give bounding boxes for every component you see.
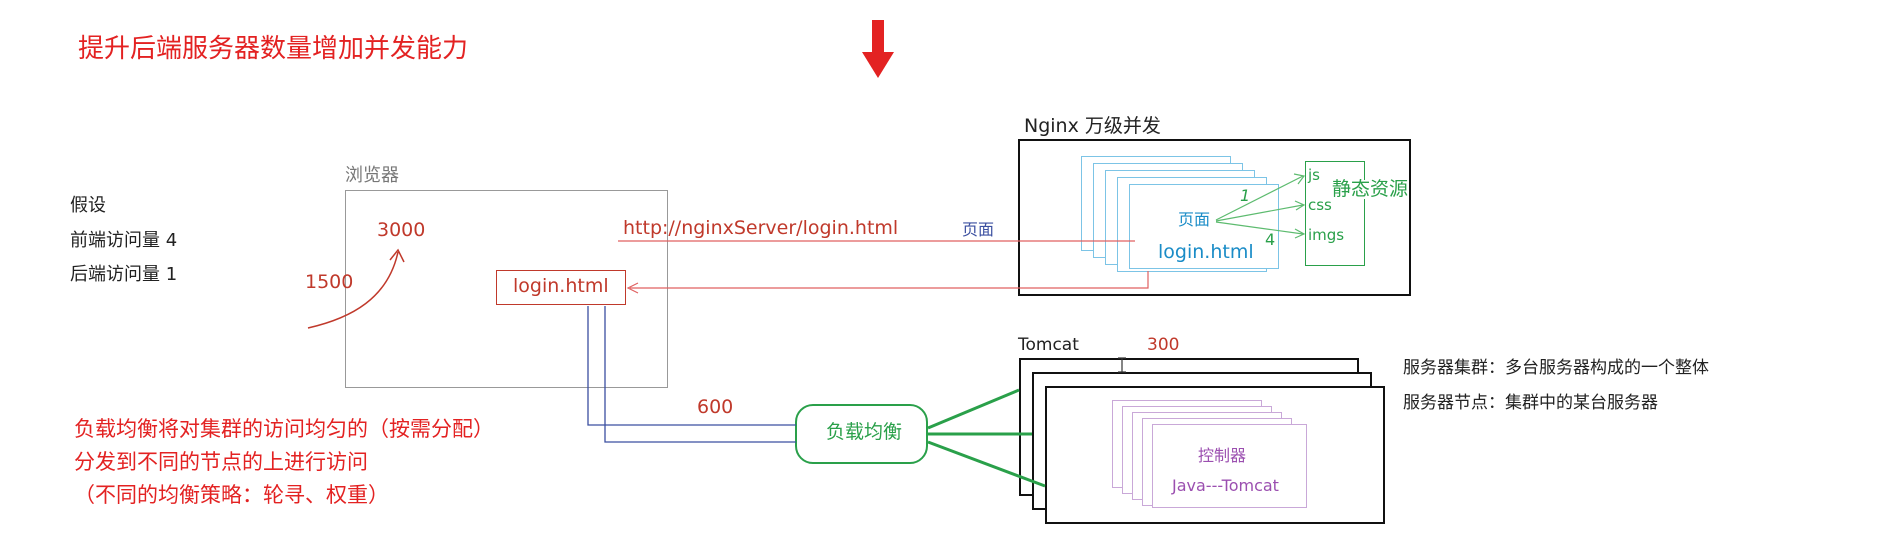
node-definition: 服务器节点：集群中的某台服务器 [1403, 393, 1658, 413]
static-resources-label: 静态资源 [1332, 178, 1409, 200]
nginx-title: Nginx 万级并发 [1024, 115, 1161, 137]
page-title: 提升后端服务器数量增加并发能力 [78, 34, 469, 64]
value-1500: 1500 [305, 271, 354, 293]
tomcat-title: Tomcat [1018, 335, 1079, 355]
assumption-title: 假设 [70, 195, 106, 216]
lb-note-line1: 负载均衡将对集群的访问均匀的（按需分配） [74, 417, 494, 441]
nginx-mark-4: 4 [1265, 230, 1276, 249]
nginx-mark-1: 1 [1240, 186, 1251, 205]
static-item-imgs: imgs [1308, 226, 1345, 244]
browser-label: 浏览器 [345, 165, 399, 186]
value-300: 300 [1147, 335, 1180, 355]
nginx-login-label: login.html [1158, 241, 1254, 263]
controller-label: 控制器 [1198, 446, 1247, 465]
browser-login-label: login.html [513, 275, 609, 297]
static-item-css: css [1308, 196, 1332, 214]
nginx-page-label: 页面 [1178, 210, 1211, 229]
value-600: 600 [697, 396, 734, 418]
lb-note-line2: 分发到不同的节点的上进行访问 [74, 450, 368, 474]
static-item-js: js [1308, 166, 1320, 184]
request-url: http://nginxServer/login.html [623, 217, 899, 239]
value-3000: 3000 [377, 219, 426, 241]
controller-front [1152, 424, 1307, 508]
load-balancer-label: 负载均衡 [826, 421, 903, 443]
lb-note-line3: （不同的均衡策略：轮寻、权重） [74, 483, 389, 507]
frontend-traffic: 前端访问量 4 [70, 230, 178, 251]
cluster-definition: 服务器集群：多台服务器构成的一个整体 [1403, 358, 1709, 378]
request-page-label: 页面 [962, 220, 995, 239]
backend-traffic: 后端访问量 1 [70, 264, 178, 285]
java-tomcat-label: Java---Tomcat [1172, 476, 1279, 495]
diagram-canvas: 提升后端服务器数量增加并发能力 假设 前端访问量 4 后端访问量 1 浏览器 3… [0, 0, 1894, 538]
